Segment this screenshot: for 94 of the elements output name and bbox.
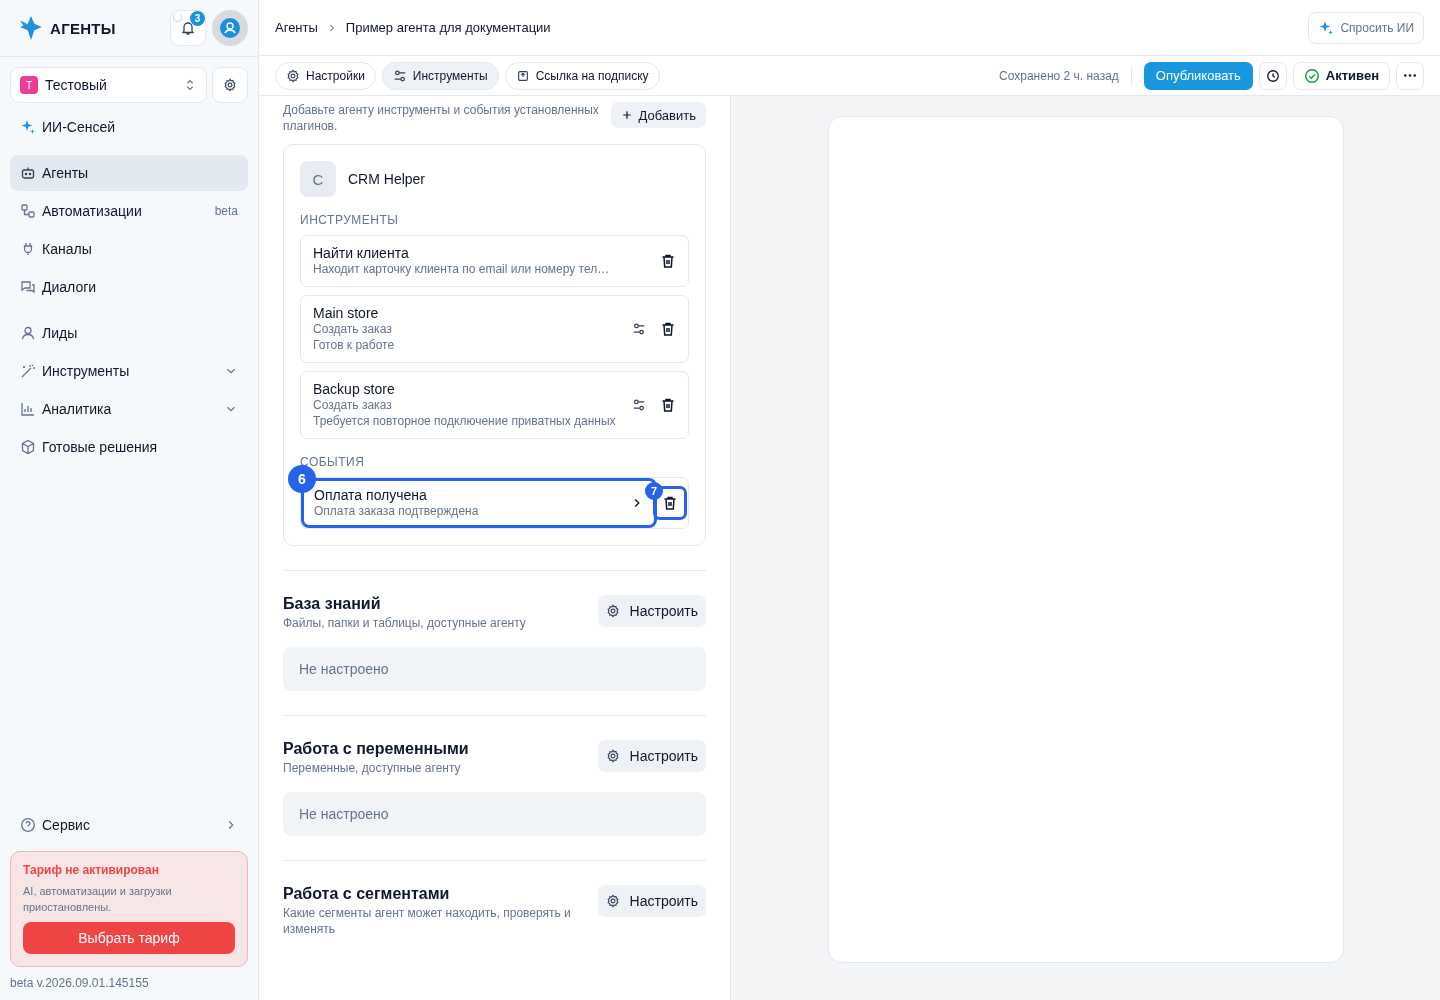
plus-icon	[620, 109, 633, 121]
workspace-settings-button[interactable]	[212, 67, 248, 103]
history-button[interactable]	[1258, 61, 1287, 90]
avatar-button[interactable]	[212, 10, 248, 46]
sidebar-item[interactable]: Агенты	[10, 155, 248, 191]
sliders-icon	[392, 68, 407, 83]
saved-status: Сохранено 2 ч. назад	[999, 68, 1119, 83]
section-title: Работа с сегментами	[283, 885, 451, 903]
tool-title: Найти клиента	[313, 245, 410, 261]
event-title: Оплата получена	[314, 487, 428, 503]
trash-icon	[660, 253, 676, 269]
sidebar-item[interactable]: Каналы	[10, 231, 248, 267]
settings-icon	[605, 894, 620, 908]
ask-ai-button[interactable]: Спросить ИИ	[1308, 11, 1424, 44]
settings-icon	[223, 78, 237, 92]
section-title: Работа с переменными	[283, 740, 470, 758]
more-icon	[1404, 74, 1416, 77]
settings-icon	[605, 604, 620, 618]
choose-plan-button[interactable]: Выбрать тариф	[23, 922, 235, 954]
tab[interactable]: Ссылка на подписку	[504, 61, 660, 90]
empty-state: Не настроено	[283, 792, 706, 836]
section-subtitle: Файлы, папки и таблицы, доступные агенту	[283, 615, 527, 631]
tool-detail: Готов к работе	[313, 337, 396, 353]
sparkle-icon	[20, 119, 36, 135]
cube-icon	[20, 439, 36, 455]
delete-button[interactable]	[660, 397, 676, 413]
alert-text: AI, автоматизации и загрузки приостановлены.	[23, 884, 173, 915]
sidebar-item[interactable]: ИИ-Сенсей	[10, 109, 248, 145]
sidebar-item[interactable]: Автоматизации beta	[10, 193, 248, 229]
workspace-selector[interactable]: Т Тестовый	[10, 67, 207, 103]
tool-title: Main store	[313, 305, 380, 321]
trash-icon	[662, 495, 678, 511]
alert-title: Тариф не активирован	[23, 863, 160, 877]
brand-name: АГЕНТЫ	[50, 19, 116, 37]
workflow-icon	[20, 203, 36, 219]
plugin-name: CRM Helper	[348, 171, 425, 187]
more-button[interactable]	[1396, 61, 1424, 90]
settings-icon	[286, 68, 300, 83]
configure-button[interactable]: Настроить	[597, 740, 706, 772]
trash-icon	[660, 397, 676, 413]
settings-icon	[605, 749, 620, 763]
configure-button[interactable]	[632, 398, 646, 412]
user-icon	[20, 325, 36, 341]
section-title: База знаний	[283, 595, 382, 613]
tool-detail: Требуется повторное подключение приватных данных	[313, 413, 617, 429]
user-avatar-icon	[220, 18, 240, 38]
tool-detail: Находит карточку клиента по email или номеру тел…	[313, 261, 611, 277]
breadcrumb-current: Пример агента для документации	[345, 20, 551, 35]
empty-state: Не настроено	[283, 647, 706, 691]
plugin-avatar: C	[300, 161, 336, 197]
chat-icon	[20, 279, 36, 295]
sidebar-item[interactable]: Готовые решения	[10, 429, 248, 465]
notification-badge: 3	[190, 11, 205, 26]
add-button[interactable]: Добавить	[610, 102, 706, 128]
sidebar-item[interactable]: Инструменты	[10, 353, 248, 389]
history-icon	[1265, 68, 1280, 83]
sliders-icon	[632, 322, 646, 336]
delete-button[interactable]	[660, 253, 676, 269]
bar-chart-icon	[20, 401, 36, 417]
tab[interactable]: Инструменты	[381, 61, 499, 90]
tool-title: Backup store	[313, 381, 396, 397]
help-icon	[20, 817, 36, 833]
step-marker: 7	[645, 482, 663, 500]
tab[interactable]: Настройки	[275, 61, 376, 90]
sidebar-item[interactable]: Диалоги	[10, 269, 248, 305]
bell-icon	[180, 20, 196, 36]
configure-button[interactable]: Настроить	[597, 595, 706, 627]
section-heading: ИНСТРУМЕНТЫ	[300, 213, 400, 227]
sliders-icon	[632, 398, 646, 412]
section-subtitle: Какие сегменты агент может находить, проверять и изменять	[283, 905, 572, 937]
logo-icon	[18, 15, 44, 41]
event-detail: Оплата заказа подтверждена	[314, 503, 480, 519]
tool-detail: Создать заказ	[313, 397, 393, 413]
section-subtitle: Переменные, доступные агенту	[283, 760, 462, 776]
configure-button[interactable]: Настроить	[597, 885, 706, 917]
breadcrumb-link[interactable]: Агенты	[275, 20, 318, 35]
configure-button[interactable]	[632, 322, 646, 336]
workspace-avatar: Т	[20, 76, 38, 94]
robot-icon	[20, 165, 36, 181]
magic-wand-icon	[20, 363, 36, 379]
tool-detail: Создать заказ	[313, 321, 393, 337]
status-button[interactable]: Активен	[1292, 61, 1390, 90]
tools-description: Добавьте агенту инструменты и события установленных плагинов.	[283, 102, 600, 134]
check-circle-icon	[1303, 67, 1320, 84]
notifications-button[interactable]: 3	[170, 10, 206, 46]
version-label: beta v.2026.09.01.145155	[9, 975, 150, 992]
trash-icon	[660, 321, 676, 337]
delete-button[interactable]	[660, 321, 676, 337]
sidebar-item[interactable]: Аналитика	[10, 391, 248, 427]
beta-label: beta	[214, 204, 238, 218]
step-marker: 6	[288, 465, 316, 493]
external-link-icon	[515, 68, 530, 83]
service-menu-item[interactable]: Сервис	[10, 807, 248, 843]
sidebar-item[interactable]: Лиды	[10, 315, 248, 351]
